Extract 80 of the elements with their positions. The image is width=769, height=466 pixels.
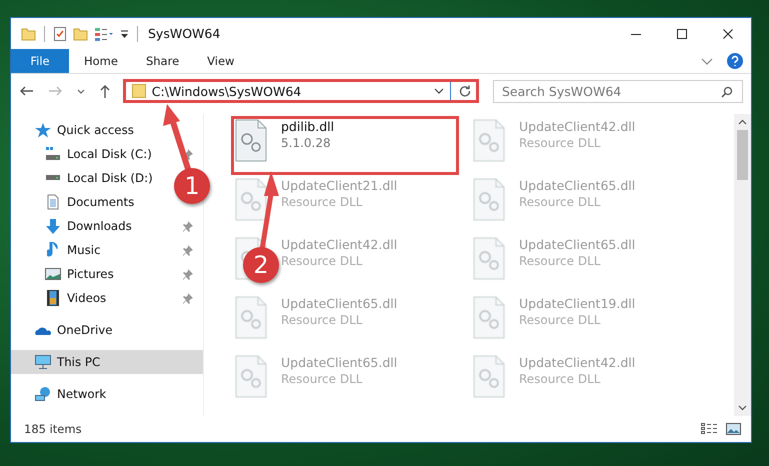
sidebar-item[interactable]: OneDrive (57, 323, 112, 337)
expand-ribbon-icon[interactable] (701, 58, 713, 64)
file-name: UpdateClient65.dll (281, 355, 398, 370)
file-detail: Resource DLL (281, 254, 364, 268)
dropdown-icon[interactable] (120, 28, 129, 40)
file-name: pdilib.dll (281, 119, 334, 134)
help-icon[interactable] (727, 53, 743, 69)
sidebar-item[interactable]: Quick access (57, 123, 134, 137)
scroll-down-icon[interactable] (738, 405, 747, 411)
recent-locations-icon[interactable] (77, 88, 85, 94)
file-detail: Resource DLL (519, 195, 602, 209)
large-icons-view-icon[interactable] (726, 423, 741, 435)
dll-file-icon (473, 237, 505, 280)
file-name: UpdateClient42.dll (281, 237, 398, 252)
file-tile[interactable]: pdilib.dll 5.1.0.28 (231, 116, 459, 175)
document-icon (47, 194, 59, 210)
file-name: UpdateClient19.dll (519, 296, 636, 311)
dll-file-icon (473, 296, 505, 339)
file-name: UpdateClient42.dll (519, 355, 636, 370)
sidebar-item[interactable]: Network (57, 387, 106, 401)
properties-icon[interactable] (94, 26, 114, 42)
scrollbar[interactable] (734, 114, 751, 416)
network-icon (35, 387, 51, 401)
cloud-icon (35, 325, 51, 335)
dll-file-icon (235, 178, 267, 221)
file-detail: Resource DLL (281, 195, 364, 209)
dll-file-icon (235, 119, 267, 162)
film-icon (47, 290, 59, 306)
picture-icon (45, 268, 61, 280)
star-icon (35, 122, 51, 138)
refresh-icon[interactable] (459, 85, 471, 97)
download-icon (45, 218, 61, 234)
file-name: UpdateClient65.dll (519, 237, 636, 252)
ribbon-tab[interactable]: Share (132, 49, 192, 73)
file-menu-tab[interactable]: File (11, 49, 69, 73)
sidebar-item[interactable]: Documents (67, 195, 134, 209)
maximize-icon[interactable] (677, 28, 687, 38)
sidebar-item[interactable]: Videos (67, 291, 106, 305)
checklist-icon[interactable] (53, 26, 67, 42)
sidebar-item[interactable]: Local Disk (C:) (67, 147, 152, 161)
drive-icon (45, 175, 61, 181)
dll-file-icon (235, 355, 267, 398)
sidebar-item[interactable]: Local Disk (D:) (67, 171, 153, 185)
dll-file-icon (473, 355, 505, 398)
file-name: UpdateClient21.dll (281, 178, 398, 193)
music-note-icon (47, 242, 59, 258)
sidebar-item[interactable]: This PC (11, 350, 203, 374)
dll-file-icon (473, 119, 505, 162)
file-detail: Resource DLL (281, 372, 364, 386)
window-title: SysWOW64 (148, 26, 220, 41)
search-icon (721, 86, 733, 98)
file-detail: Resource DLL (519, 136, 602, 150)
sidebar-item[interactable]: Music (67, 243, 101, 257)
ribbon-tab[interactable]: Home (71, 49, 131, 73)
scroll-up-icon[interactable] (738, 119, 747, 125)
scrollbar-thumb[interactable] (737, 130, 748, 180)
item-count: 185 items (24, 422, 82, 436)
dll-file-icon (235, 296, 267, 339)
sidebar-item[interactable]: Pictures (67, 267, 114, 281)
search-field[interactable]: Search SysWOW64 (493, 80, 743, 102)
address-bar[interactable]: C:\Windows\SysWOW64 (122, 79, 479, 103)
file-detail: 5.1.0.28 (281, 136, 332, 150)
ribbon-tab[interactable]: View (194, 49, 248, 73)
file-detail: Resource DLL (519, 313, 602, 327)
computer-icon (35, 355, 51, 369)
back-icon[interactable] (19, 85, 34, 97)
folder-icon (132, 84, 146, 98)
dll-file-icon (473, 178, 505, 221)
close-icon[interactable] (723, 28, 733, 38)
details-view-icon[interactable] (701, 423, 718, 435)
file-detail: Resource DLL (281, 313, 364, 327)
chevron-icon[interactable] (434, 88, 444, 94)
file-detail: Resource DLL (519, 254, 602, 268)
up-icon[interactable] (99, 84, 111, 98)
file-name: UpdateClient42.dll (519, 119, 636, 134)
file-name: UpdateClient65.dll (281, 296, 398, 311)
file-name: UpdateClient65.dll (519, 178, 636, 193)
drive-icon (45, 147, 61, 161)
file-detail: Resource DLL (519, 372, 602, 386)
sidebar-item[interactable]: Downloads (67, 219, 132, 233)
